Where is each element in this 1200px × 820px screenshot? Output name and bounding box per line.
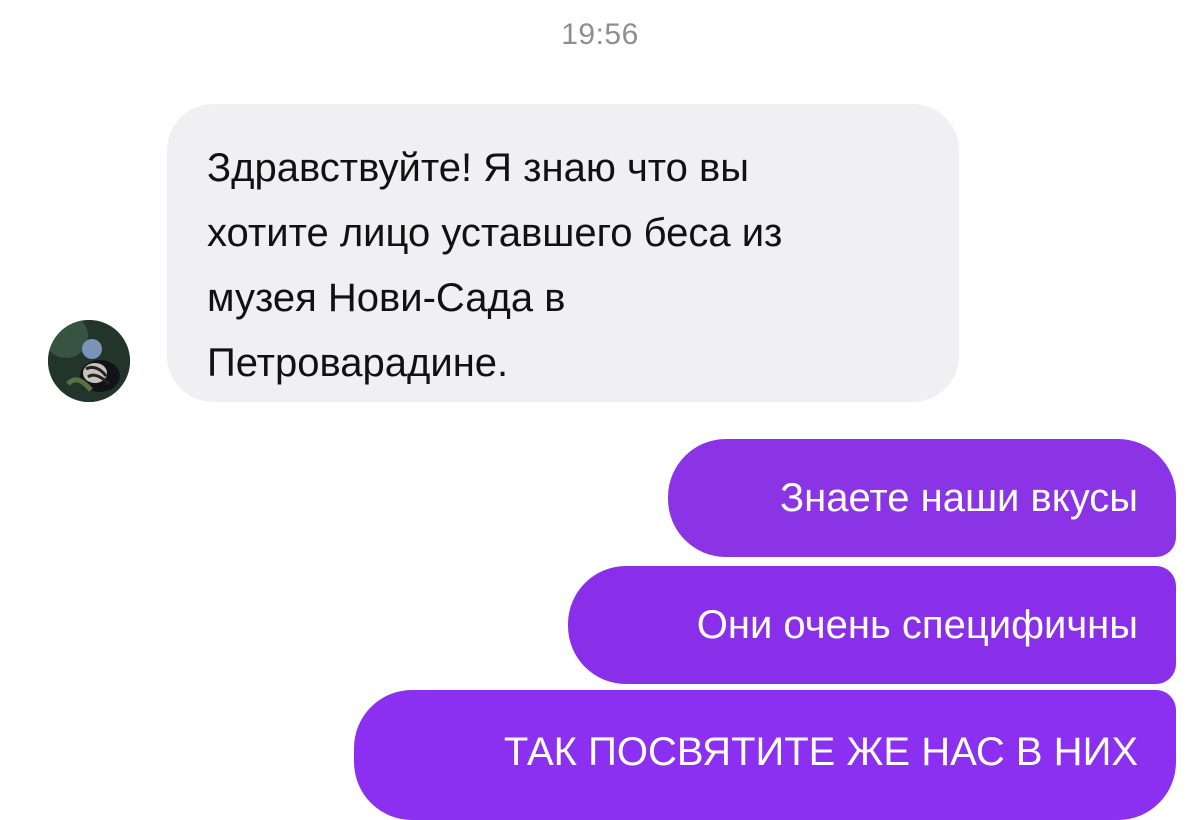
- avatar[interactable]: [48, 320, 130, 402]
- avatar-image: [48, 320, 130, 402]
- message-timestamp: 19:56: [561, 18, 639, 51]
- incoming-message-bubble[interactable]: Здравствуйте! Я знаю что вы хотите лицо …: [167, 104, 959, 402]
- outgoing-message-bubble[interactable]: Они очень специфичны: [568, 566, 1176, 684]
- outgoing-message-bubble[interactable]: ТАК ПОСВЯТИТЕ ЖЕ НАС В НИХ: [354, 690, 1176, 820]
- outgoing-message-bubble[interactable]: Знаете наши вкусы: [668, 439, 1176, 557]
